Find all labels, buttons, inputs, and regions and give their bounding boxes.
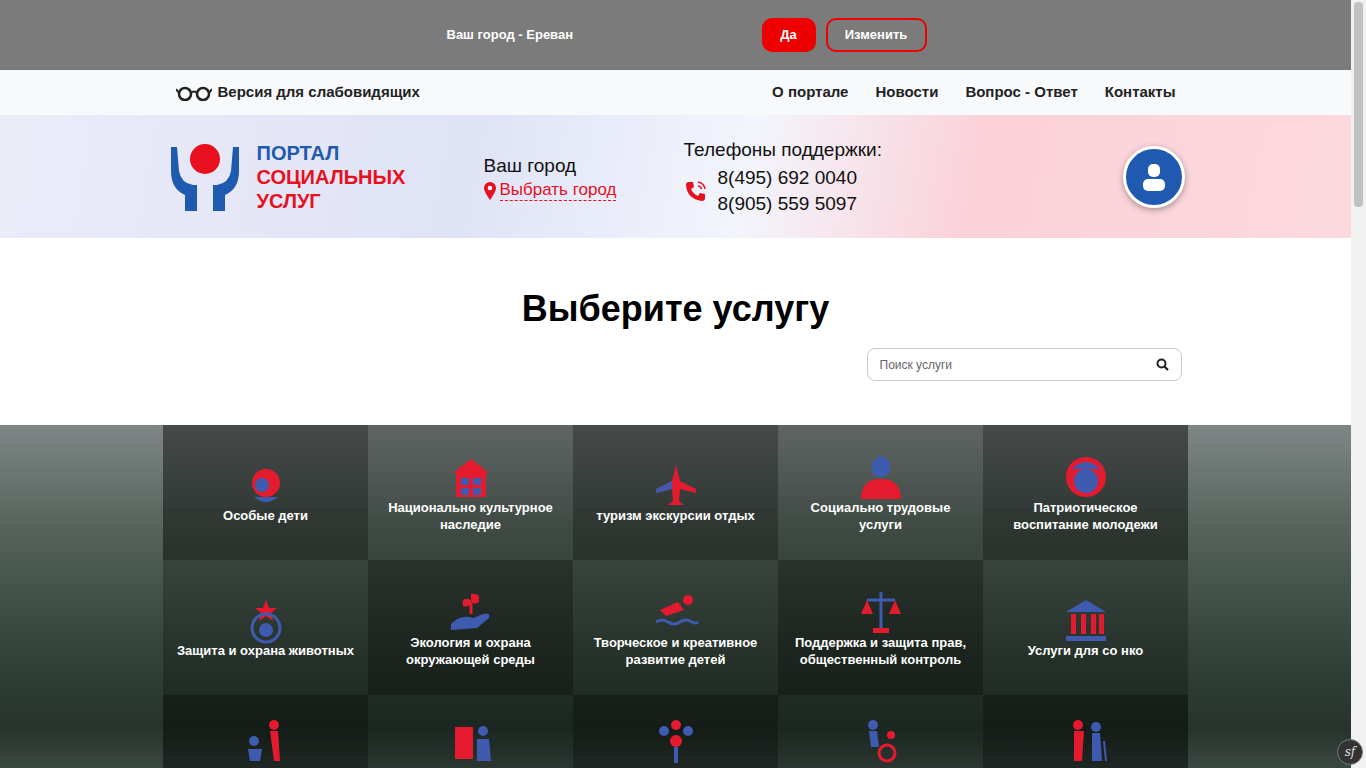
service-tile[interactable]: Особые дети [163, 425, 368, 560]
service-label: Национально культурное наследие [380, 499, 561, 533]
logo-text: ПОРТАЛ [257, 141, 406, 165]
city-label: Ваш город [484, 152, 684, 181]
service-icon [447, 588, 495, 636]
service-icon [857, 588, 905, 636]
service-icon [447, 453, 495, 501]
service-icon [1062, 453, 1110, 501]
city-confirm-bar: Ваш город - Ереван Да Изменить [0, 0, 1351, 70]
nav-link[interactable]: Новости [875, 81, 938, 104]
service-icon [857, 453, 905, 501]
nav-links: О портале Новости Вопрос - Ответ Контакты [772, 81, 1175, 104]
service-tile[interactable] [778, 695, 983, 768]
glasses-icon [176, 85, 212, 101]
top-nav: Версия для слабовидящих О портале Новости… [0, 70, 1351, 115]
debug-badge[interactable]: sf [1337, 739, 1363, 765]
hands-logo-icon [167, 141, 243, 213]
service-label: Творческое и креативное развитие детей [585, 634, 766, 668]
user-icon [1139, 162, 1169, 192]
accessibility-label: Версия для слабовидящих [218, 81, 420, 104]
service-label: Услуги для со нко [1028, 642, 1143, 659]
services-grid: Особые дети Национально культурное наслед… [163, 425, 1188, 768]
service-label: туризм экскурсии отдых [596, 507, 755, 524]
nav-link[interactable]: Вопрос - Ответ [965, 81, 1077, 104]
service-label: Поддержка и защита прав, общественный ко… [790, 634, 971, 668]
service-tile[interactable]: Патриотическое воспитание молодежи [983, 425, 1188, 560]
debug-badge-text: sf [1345, 743, 1356, 761]
choose-city-link[interactable]: Выбрать город [484, 180, 684, 201]
service-tile[interactable]: Творческое и креативное развитие детей [573, 560, 778, 695]
change-button[interactable]: Изменить [826, 18, 927, 52]
service-tile[interactable]: Экология и охрана окружающей среды [368, 560, 573, 695]
service-tile[interactable]: Национально культурное наследие [368, 425, 573, 560]
user-button[interactable] [1123, 146, 1185, 208]
service-icon [1062, 717, 1110, 765]
service-tile[interactable]: Поддержка и защита прав, общественный ко… [778, 560, 983, 695]
scrollbar[interactable] [1351, 0, 1366, 768]
service-label: Социально трудовые услуги [790, 499, 971, 533]
nav-link[interactable]: Контакты [1105, 81, 1176, 104]
services-heading: Выберите услугу [0, 238, 1351, 425]
service-tile[interactable] [983, 695, 1188, 768]
service-tile[interactable]: Услуги для со нко [983, 560, 1188, 695]
service-icon [652, 588, 700, 636]
scrollbar-thumb[interactable] [1354, 2, 1363, 207]
services-background: Особые дети Национально культурное наслед… [0, 425, 1351, 768]
service-tile[interactable]: туризм экскурсии отдых [573, 425, 778, 560]
service-icon [447, 717, 495, 765]
logo[interactable]: ПОРТАЛСОЦИАЛЬНЫХУСЛУГ [167, 141, 484, 213]
phone-icon [684, 179, 708, 203]
city-question: Ваш город - Ереван [447, 25, 762, 45]
service-icon [857, 717, 905, 765]
phone-number: 8(905) 559 5097 [718, 191, 857, 217]
service-label: Особые дети [223, 507, 308, 524]
service-label: Экология и охрана окружающей среды [380, 634, 561, 668]
map-pin-icon [484, 182, 496, 200]
service-icon [242, 717, 290, 765]
phone-number: 8(495) 692 0040 [718, 165, 857, 191]
service-tile[interactable]: Защита и охрана животных [163, 560, 368, 695]
search-icon[interactable] [1156, 358, 1169, 371]
service-label: Патриотическое воспитание молодежи [995, 499, 1176, 533]
service-tile[interactable] [163, 695, 368, 768]
accessibility-link[interactable]: Версия для слабовидящих [176, 81, 420, 104]
logo-text: СОЦИАЛЬНЫХ [257, 165, 406, 189]
search-input[interactable] [880, 356, 1156, 374]
search-box [867, 348, 1182, 381]
service-tile[interactable]: Социально трудовые услуги [778, 425, 983, 560]
site-header: ПОРТАЛСОЦИАЛЬНЫХУСЛУГ Ваш город Выбрать … [0, 115, 1351, 238]
nav-link[interactable]: О портале [772, 81, 848, 104]
confirm-button[interactable]: Да [762, 18, 816, 52]
phones-label: Телефоны поддержки: [684, 136, 882, 165]
service-icon [652, 461, 700, 509]
service-tile[interactable] [573, 695, 778, 768]
service-icon [1062, 596, 1110, 644]
service-icon [652, 717, 700, 765]
choose-city-text: Выбрать город [500, 180, 617, 201]
page-title: Выберите услугу [522, 287, 829, 331]
service-label: Защита и охрана животных [177, 642, 354, 659]
service-icon [242, 596, 290, 644]
service-tile[interactable] [368, 695, 573, 768]
service-icon [242, 461, 290, 509]
logo-text: УСЛУГ [257, 189, 406, 213]
